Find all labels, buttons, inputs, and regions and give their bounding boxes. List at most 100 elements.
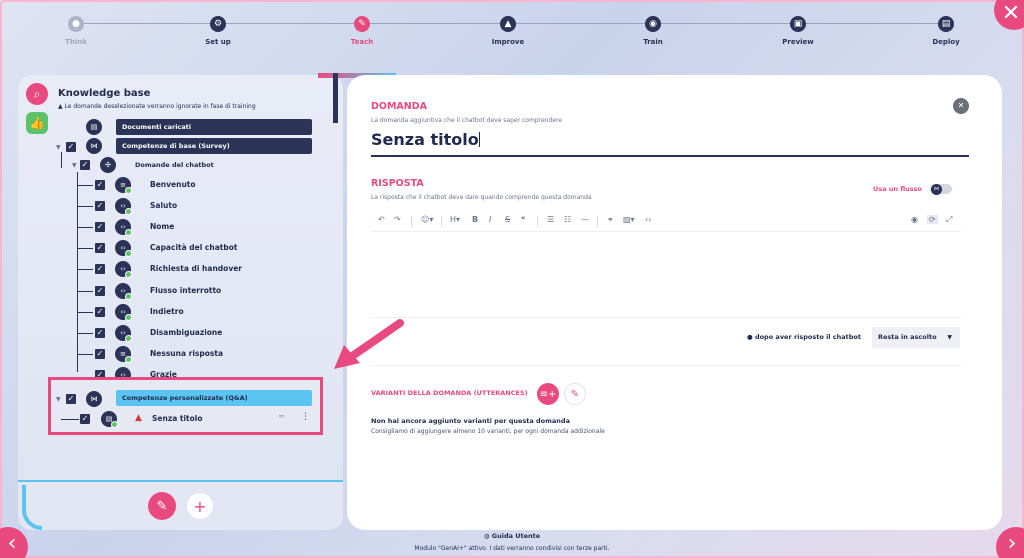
kb-item[interactable]: Nessuna risposta — [150, 349, 223, 358]
info-icon: ● — [747, 333, 755, 341]
link-icon[interactable]: ⚭ — [607, 215, 614, 224]
upload-icon: ▲ — [500, 16, 516, 32]
checkbox[interactable]: ✓ — [80, 160, 90, 170]
checkbox[interactable]: ✓ — [95, 243, 105, 253]
quote-button[interactable]: ❝ — [521, 215, 525, 224]
kb-item[interactable]: Nome — [150, 222, 174, 231]
step-think[interactable]: ● Think — [36, 14, 116, 46]
status-ok-icon — [125, 356, 132, 363]
kb-item[interactable]: Richiesta di handover — [150, 264, 242, 273]
checkbox[interactable]: ✓ — [95, 222, 105, 232]
bullet-list-icon[interactable]: ☰ — [547, 215, 554, 224]
add-list-icon: ≡+ — [539, 388, 557, 400]
question-title-input[interactable]: Senza titolo — [371, 130, 969, 157]
step-label: Deploy — [932, 38, 960, 46]
eye-icon[interactable]: ◉ — [911, 215, 918, 224]
variants-heading: VARIANTI DELLA DOMANDA (UTTERANCES) — [371, 389, 528, 397]
answer-heading: RISPOSTA — [371, 178, 424, 189]
toolbar-separator — [537, 216, 538, 227]
numbered-list-icon[interactable]: ☷ — [564, 215, 571, 224]
toolbar-separator — [411, 216, 412, 227]
pointer-arrow — [334, 319, 404, 369]
divider — [371, 365, 961, 366]
generate-variants-button[interactable]: ✎ — [564, 383, 586, 405]
kb-item[interactable]: Saluto — [150, 201, 177, 210]
fullscreen-icon[interactable]: ⤢ — [946, 215, 952, 225]
brain-icon: ◉ — [645, 16, 661, 32]
wizard-stepper: ● Think ⚙ Set up ✎ Teach ▲ Improve ◉ Tra… — [40, 14, 990, 48]
kb-warning-text: Le domande deselezionate verranno ignora… — [64, 103, 256, 110]
horizontal-rule-icon[interactable]: — — [581, 215, 589, 224]
caret-down-icon[interactable]: ▼ — [56, 144, 61, 151]
gear-icon: ⚙ — [210, 16, 226, 32]
tree-line — [77, 291, 93, 292]
checkbox[interactable]: ✓ — [95, 201, 105, 211]
image-icon[interactable]: ▨▾ — [623, 215, 635, 224]
user-guide-link[interactable]: ◍ Guida Utente — [0, 532, 1024, 540]
highlight-frame — [48, 377, 323, 435]
heading-button[interactable]: H▾ — [450, 215, 460, 224]
flow-icon: ⋈ — [931, 184, 942, 195]
tree-line — [77, 227, 93, 228]
kb-item[interactable]: Disambiguazione — [150, 328, 222, 337]
italic-button[interactable]: I — [489, 215, 491, 224]
kb-item[interactable]: Indietro — [150, 307, 184, 316]
chatbot-questions-label[interactable]: Domande del chatbot — [135, 161, 214, 169]
uploaded-docs-item[interactable]: Documenti caricati — [116, 119, 312, 135]
plus-icon: + — [193, 496, 207, 516]
search-button[interactable]: ⌕ — [26, 83, 48, 105]
step-deploy[interactable]: ▤ Deploy — [906, 14, 986, 46]
lightbulb-icon: ● — [68, 16, 84, 32]
kb-item[interactable]: Benvenuto — [150, 180, 196, 189]
step-train[interactable]: ◉ Train — [613, 14, 693, 46]
kb-item[interactable]: Flusso interrotto — [150, 286, 221, 295]
emoji-icon[interactable]: ☺▾ — [421, 215, 433, 224]
checkbox[interactable]: ✓ — [95, 349, 105, 359]
question-heading: DOMANDA — [371, 101, 427, 112]
text-cursor — [478, 132, 480, 147]
checkbox[interactable]: ✓ — [95, 307, 105, 317]
edit-button[interactable]: ✎ — [148, 492, 176, 520]
caret-down-icon[interactable]: ▼ — [72, 162, 77, 169]
basic-skills-item[interactable]: Competenze di base (Survey) — [116, 138, 312, 154]
undo-icon[interactable]: ↶ — [378, 215, 385, 224]
kb-title: Knowledge base — [58, 88, 151, 99]
close-app-button[interactable]: ✕ — [994, 0, 1024, 30]
redo-icon[interactable]: ↷ — [394, 215, 401, 224]
document-icon: ▤ — [86, 119, 102, 135]
question-subtitle: La domanda aggiuntiva che il chatbot dev… — [371, 117, 562, 124]
strike-button[interactable]: S — [505, 215, 510, 224]
code-icon[interactable]: ‹› — [645, 215, 651, 224]
thumbs-up-button[interactable]: 👍 — [26, 112, 48, 134]
guide-icon: ◍ — [483, 532, 492, 540]
step-teach[interactable]: ✎ Teach — [322, 14, 402, 46]
step-label: Preview — [782, 38, 814, 46]
bold-button[interactable]: B — [472, 215, 478, 224]
close-editor-button[interactable]: ✕ — [953, 98, 969, 114]
use-flow-toggle[interactable]: ⋈ — [930, 184, 952, 195]
code-icon: ‹› — [115, 325, 132, 342]
answer-editor[interactable] — [371, 233, 961, 318]
close-icon: ✕ — [957, 101, 965, 110]
status-ok-icon — [125, 293, 132, 300]
kb-item[interactable]: Capacità del chatbot — [150, 243, 237, 252]
checkbox[interactable]: ✓ — [95, 286, 105, 296]
step-preview[interactable]: ▣ Preview — [758, 14, 838, 46]
step-improve[interactable]: ▲ Improve — [468, 14, 548, 46]
after-answer-select[interactable]: Resta in ascolto ▼ — [872, 327, 960, 348]
step-setup[interactable]: ⚙ Set up — [178, 14, 258, 46]
tree-line — [61, 152, 62, 168]
checkbox[interactable]: ✓ — [95, 328, 105, 338]
add-variant-button[interactable]: ≡+ — [537, 383, 559, 405]
tree-line — [77, 312, 93, 313]
question-editor-panel: DOMANDA La domanda aggiuntiva che il cha… — [347, 75, 1002, 530]
sync-icon[interactable]: ⟳ — [927, 215, 938, 224]
checkbox[interactable]: ✓ — [95, 180, 105, 190]
after-answer-value: Resta in ascolto — [878, 333, 937, 341]
status-ok-icon — [125, 229, 132, 236]
code-icon: ‹› — [115, 198, 132, 215]
checkbox[interactable]: ✓ — [95, 264, 105, 274]
caret-down-icon: ▼ — [947, 334, 952, 341]
add-button[interactable]: + — [186, 492, 214, 520]
checkbox[interactable]: ✓ — [66, 142, 76, 152]
